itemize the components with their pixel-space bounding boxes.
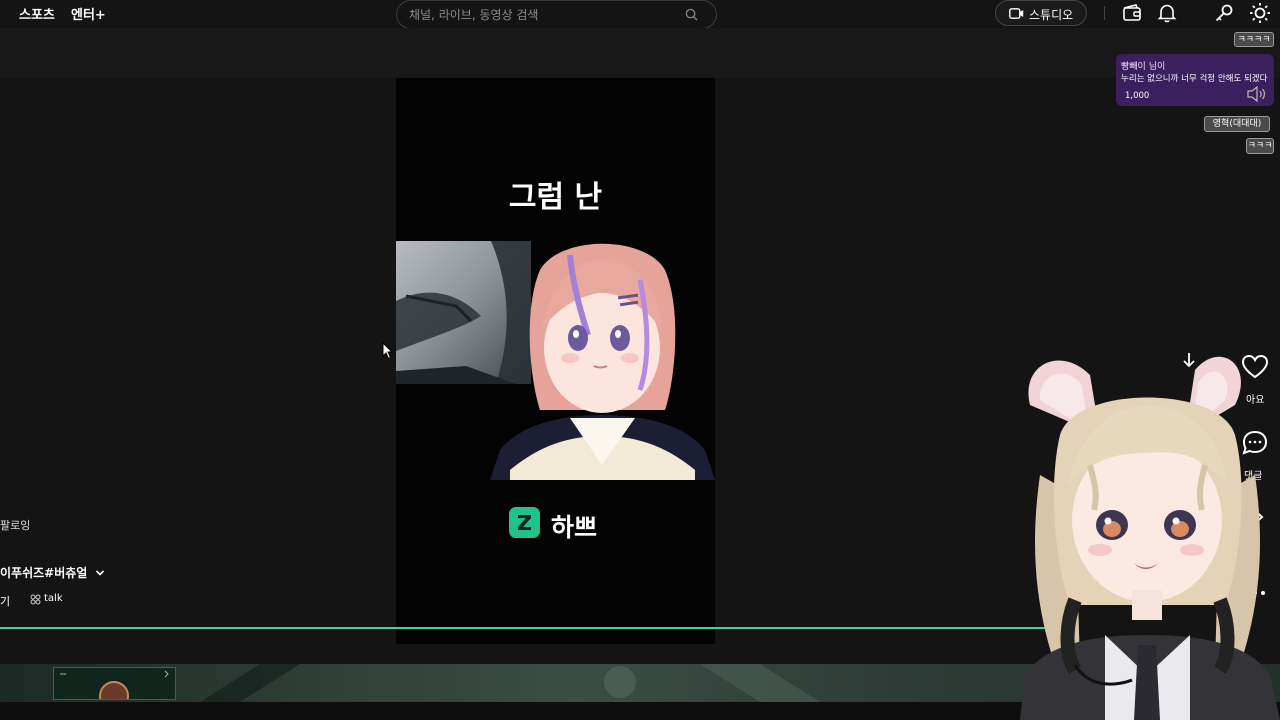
search-icon[interactable] [685, 8, 698, 21]
screen: 스포츠 엔터+ 스튜디오 [0, 0, 1280, 720]
divider [1104, 6, 1105, 20]
video-progress-bar[interactable] [0, 627, 1060, 629]
key-icon[interactable] [1213, 2, 1235, 24]
wallet-icon[interactable] [1121, 2, 1143, 24]
donation-amount: 1,000 [1125, 91, 1150, 101]
mouse-cursor-icon [382, 342, 394, 360]
video-caption: 그럼 난 [508, 180, 603, 215]
bell-icon[interactable] [1156, 2, 1178, 24]
header-band [0, 28, 1280, 78]
tag-label[interactable]: 기 [0, 593, 10, 609]
donation-user: 빵빼이 님이 [1121, 62, 1166, 72]
chat-message: 영혁(대대대) [1204, 116, 1270, 132]
channel-title[interactable]: 이푸쉬즈#버츄얼 [0, 564, 105, 581]
chat-message: ㅋㅋㅋ [1246, 138, 1274, 154]
top-bar: 스포츠 엔터+ 스튜디오 [0, 0, 1280, 29]
brand-name: 하쁘 [551, 513, 598, 542]
sun-icon[interactable] [1249, 2, 1271, 24]
talk-icon [30, 594, 41, 605]
donation-alert: 빵빼이 님이 누리는 없으니까 너무 걱정 안해도 되겠다 1,000 [1116, 54, 1274, 106]
progress-fill [0, 627, 1050, 629]
vtuber-avatar-overlay [1020, 356, 1280, 720]
chevron-down-icon [95, 570, 104, 576]
studio-label: 스튜디오 [1029, 8, 1074, 22]
chat-message: ㅋㅋㅋㅋ [1234, 32, 1274, 47]
camera-icon [1009, 8, 1024, 19]
talk-label: talk [44, 593, 63, 604]
speaker-icon[interactable] [1246, 86, 1266, 102]
nav-entertainment[interactable]: 엔터+ [71, 4, 106, 23]
nav-sports[interactable]: 스포츠 [19, 4, 55, 23]
anime-avatar-image [490, 243, 715, 480]
studio-button[interactable]: 스튜디오 [995, 0, 1087, 26]
minimap-panel [53, 667, 176, 711]
follow-status[interactable]: 팔로잉 [0, 517, 30, 533]
search-input[interactable] [409, 6, 679, 24]
channel-title-text: 이푸쉬즈#버츄얼 [0, 566, 88, 580]
search-box[interactable] [396, 0, 717, 29]
donation-message: 누리는 없으니까 너무 걱정 안해도 되겠다 [1121, 74, 1268, 84]
brand-z-icon [509, 507, 540, 538]
